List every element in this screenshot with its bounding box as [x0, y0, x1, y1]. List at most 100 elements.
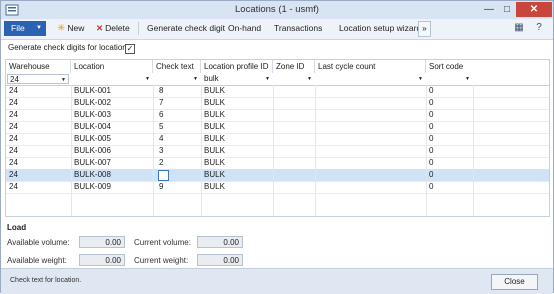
col-header-zone-id[interactable]: Zone ID — [273, 60, 315, 73]
cell-profile: BULK — [204, 122, 225, 131]
status-text: Check text for location. — [10, 277, 82, 284]
status-bar: Check text for location. Close — [1, 268, 553, 294]
available-weight-field[interactable]: 0.00 — [79, 254, 125, 266]
cell-location: BULK-008 — [74, 170, 111, 179]
delete-x-icon: ✕ — [96, 23, 104, 33]
check-text-edit-input[interactable] — [158, 170, 169, 181]
chevron-down-icon: ▼ — [465, 76, 470, 82]
close-button[interactable]: Close — [491, 274, 538, 290]
window-title: Locations (1 - usmf) — [235, 4, 319, 15]
delete-button[interactable]: ✕ Delete — [96, 23, 130, 34]
filter-warehouse[interactable]: 24 ▼ — [7, 74, 69, 84]
delete-label: Delete — [105, 23, 130, 33]
col-header-location[interactable]: Location — [71, 60, 153, 73]
generate-check-digits-checkbox[interactable]: ✓ — [125, 44, 135, 54]
cell-sort-code: 0 — [429, 86, 434, 95]
current-volume-field[interactable]: 0.00 — [197, 236, 243, 248]
col-header-last-cycle-count[interactable]: Last cycle count — [315, 60, 426, 73]
grid-divider — [315, 85, 316, 216]
cell-warehouse: 24 — [9, 170, 18, 179]
help-icon[interactable]: ? — [533, 22, 545, 34]
cell-location: BULK-007 — [74, 158, 111, 167]
filter-warehouse-value: 24 — [10, 75, 19, 84]
locations-grid: Warehouse Location Check text Location p… — [5, 59, 550, 217]
cell-check-text[interactable]: 9 — [156, 181, 201, 193]
cell-check-text[interactable]: 3 — [156, 145, 201, 157]
location-setup-wizard-button[interactable]: Location setup wizard — [339, 23, 421, 33]
locations-window: Locations (1 - usmf) — □ ✕ File ▼ ✳ New ✕… — [0, 0, 554, 294]
available-volume-label: Available volume: — [7, 238, 70, 247]
filter-profile-value: bulk — [204, 74, 219, 83]
filter-zone-id[interactable]: ▼ — [274, 74, 314, 84]
cell-location: BULK-001 — [74, 86, 111, 95]
generate-check-digit-button[interactable]: Generate check digit — [147, 23, 225, 33]
chevron-down-icon: ▼ — [61, 77, 66, 83]
cell-location: BULK-003 — [74, 110, 111, 119]
table-row[interactable]: 24 BULK-009 9 BULK 0 — [6, 181, 549, 194]
cell-sort-code: 0 — [429, 122, 434, 131]
chevron-down-icon: ▼ — [36, 25, 42, 31]
chevron-down-icon: ▼ — [193, 76, 198, 82]
cell-check-text[interactable]: 2 — [156, 157, 201, 169]
available-weight-label: Available weight: — [7, 256, 67, 265]
load-section-heading: Load — [7, 223, 27, 232]
on-hand-button[interactable]: On-hand — [228, 23, 261, 33]
cell-sort-code: 0 — [429, 98, 434, 107]
col-header-location-profile[interactable]: Location profile ID — [201, 60, 273, 73]
cell-check-text[interactable]: 4 — [156, 133, 201, 145]
action-pane: File ▼ ✳ New ✕ Delete Generate check digit… — [1, 19, 553, 40]
cell-location: BULK-005 — [74, 134, 111, 143]
cell-warehouse: 24 — [9, 134, 18, 143]
minimize-icon[interactable]: — — [480, 2, 498, 17]
chevron-down-icon: ▼ — [307, 76, 312, 82]
transactions-button[interactable]: Transactions — [274, 23, 322, 33]
cell-sort-code: 0 — [429, 182, 434, 191]
filter-last-cycle-count[interactable]: ▼ — [316, 74, 425, 84]
col-header-warehouse[interactable]: Warehouse — [6, 60, 71, 73]
chevron-down-icon: ▼ — [418, 76, 423, 82]
cell-profile: BULK — [204, 134, 225, 143]
cell-sort-code: 0 — [429, 110, 434, 119]
close-icon[interactable]: ✕ — [516, 2, 552, 17]
cell-warehouse: 24 — [9, 110, 18, 119]
cell-warehouse: 24 — [9, 86, 18, 95]
cell-sort-code: 0 — [429, 134, 434, 143]
filter-check-text[interactable]: ▼ — [154, 74, 200, 84]
grid-header: Warehouse Location Check text Location p… — [6, 60, 549, 73]
col-header-check-text[interactable]: Check text — [153, 60, 201, 73]
cell-profile: BULK — [204, 170, 225, 179]
cell-check-text[interactable]: 6 — [156, 109, 201, 121]
generate-check-digits-label: Generate check digits for location: — [8, 43, 129, 52]
grid-divider — [153, 85, 154, 216]
cell-location: BULK-002 — [74, 98, 111, 107]
filter-sort-code[interactable]: ▼ — [427, 74, 472, 84]
cell-warehouse: 24 — [9, 98, 18, 107]
grid-divider — [71, 85, 72, 216]
current-weight-field[interactable]: 0.00 — [197, 254, 243, 266]
cell-sort-code: 0 — [429, 146, 434, 155]
cell-check-text[interactable]: 7 — [156, 97, 201, 109]
cell-check-text[interactable]: 5 — [156, 121, 201, 133]
file-button[interactable]: File ▼ — [4, 21, 46, 36]
grid-divider — [473, 85, 474, 216]
cell-warehouse: 24 — [9, 122, 18, 131]
cell-profile: BULK — [204, 86, 225, 95]
cell-profile: BULK — [204, 146, 225, 155]
new-label: New — [67, 23, 85, 33]
cell-profile: BULK — [204, 98, 225, 107]
new-button[interactable]: ✳ New — [57, 23, 84, 34]
cell-sort-code: 0 — [429, 158, 434, 167]
filter-location[interactable]: ▼ — [72, 74, 152, 84]
new-star-icon: ✳ — [57, 23, 66, 34]
col-header-sort-code[interactable]: Sort code — [426, 60, 549, 73]
more-commands-button[interactable]: » — [418, 21, 431, 37]
filter-location-profile[interactable]: bulk ▼ — [202, 74, 272, 84]
grid-view-icon[interactable]: ▦ — [513, 22, 525, 34]
grid-divider — [426, 85, 427, 216]
cell-location: BULK-009 — [74, 182, 111, 191]
cell-warehouse: 24 — [9, 182, 18, 191]
chevron-down-icon: ▼ — [265, 76, 270, 82]
cell-check-text[interactable]: 8 — [156, 85, 201, 97]
maximize-icon[interactable]: □ — [498, 2, 516, 17]
available-volume-field[interactable]: 0.00 — [79, 236, 125, 248]
